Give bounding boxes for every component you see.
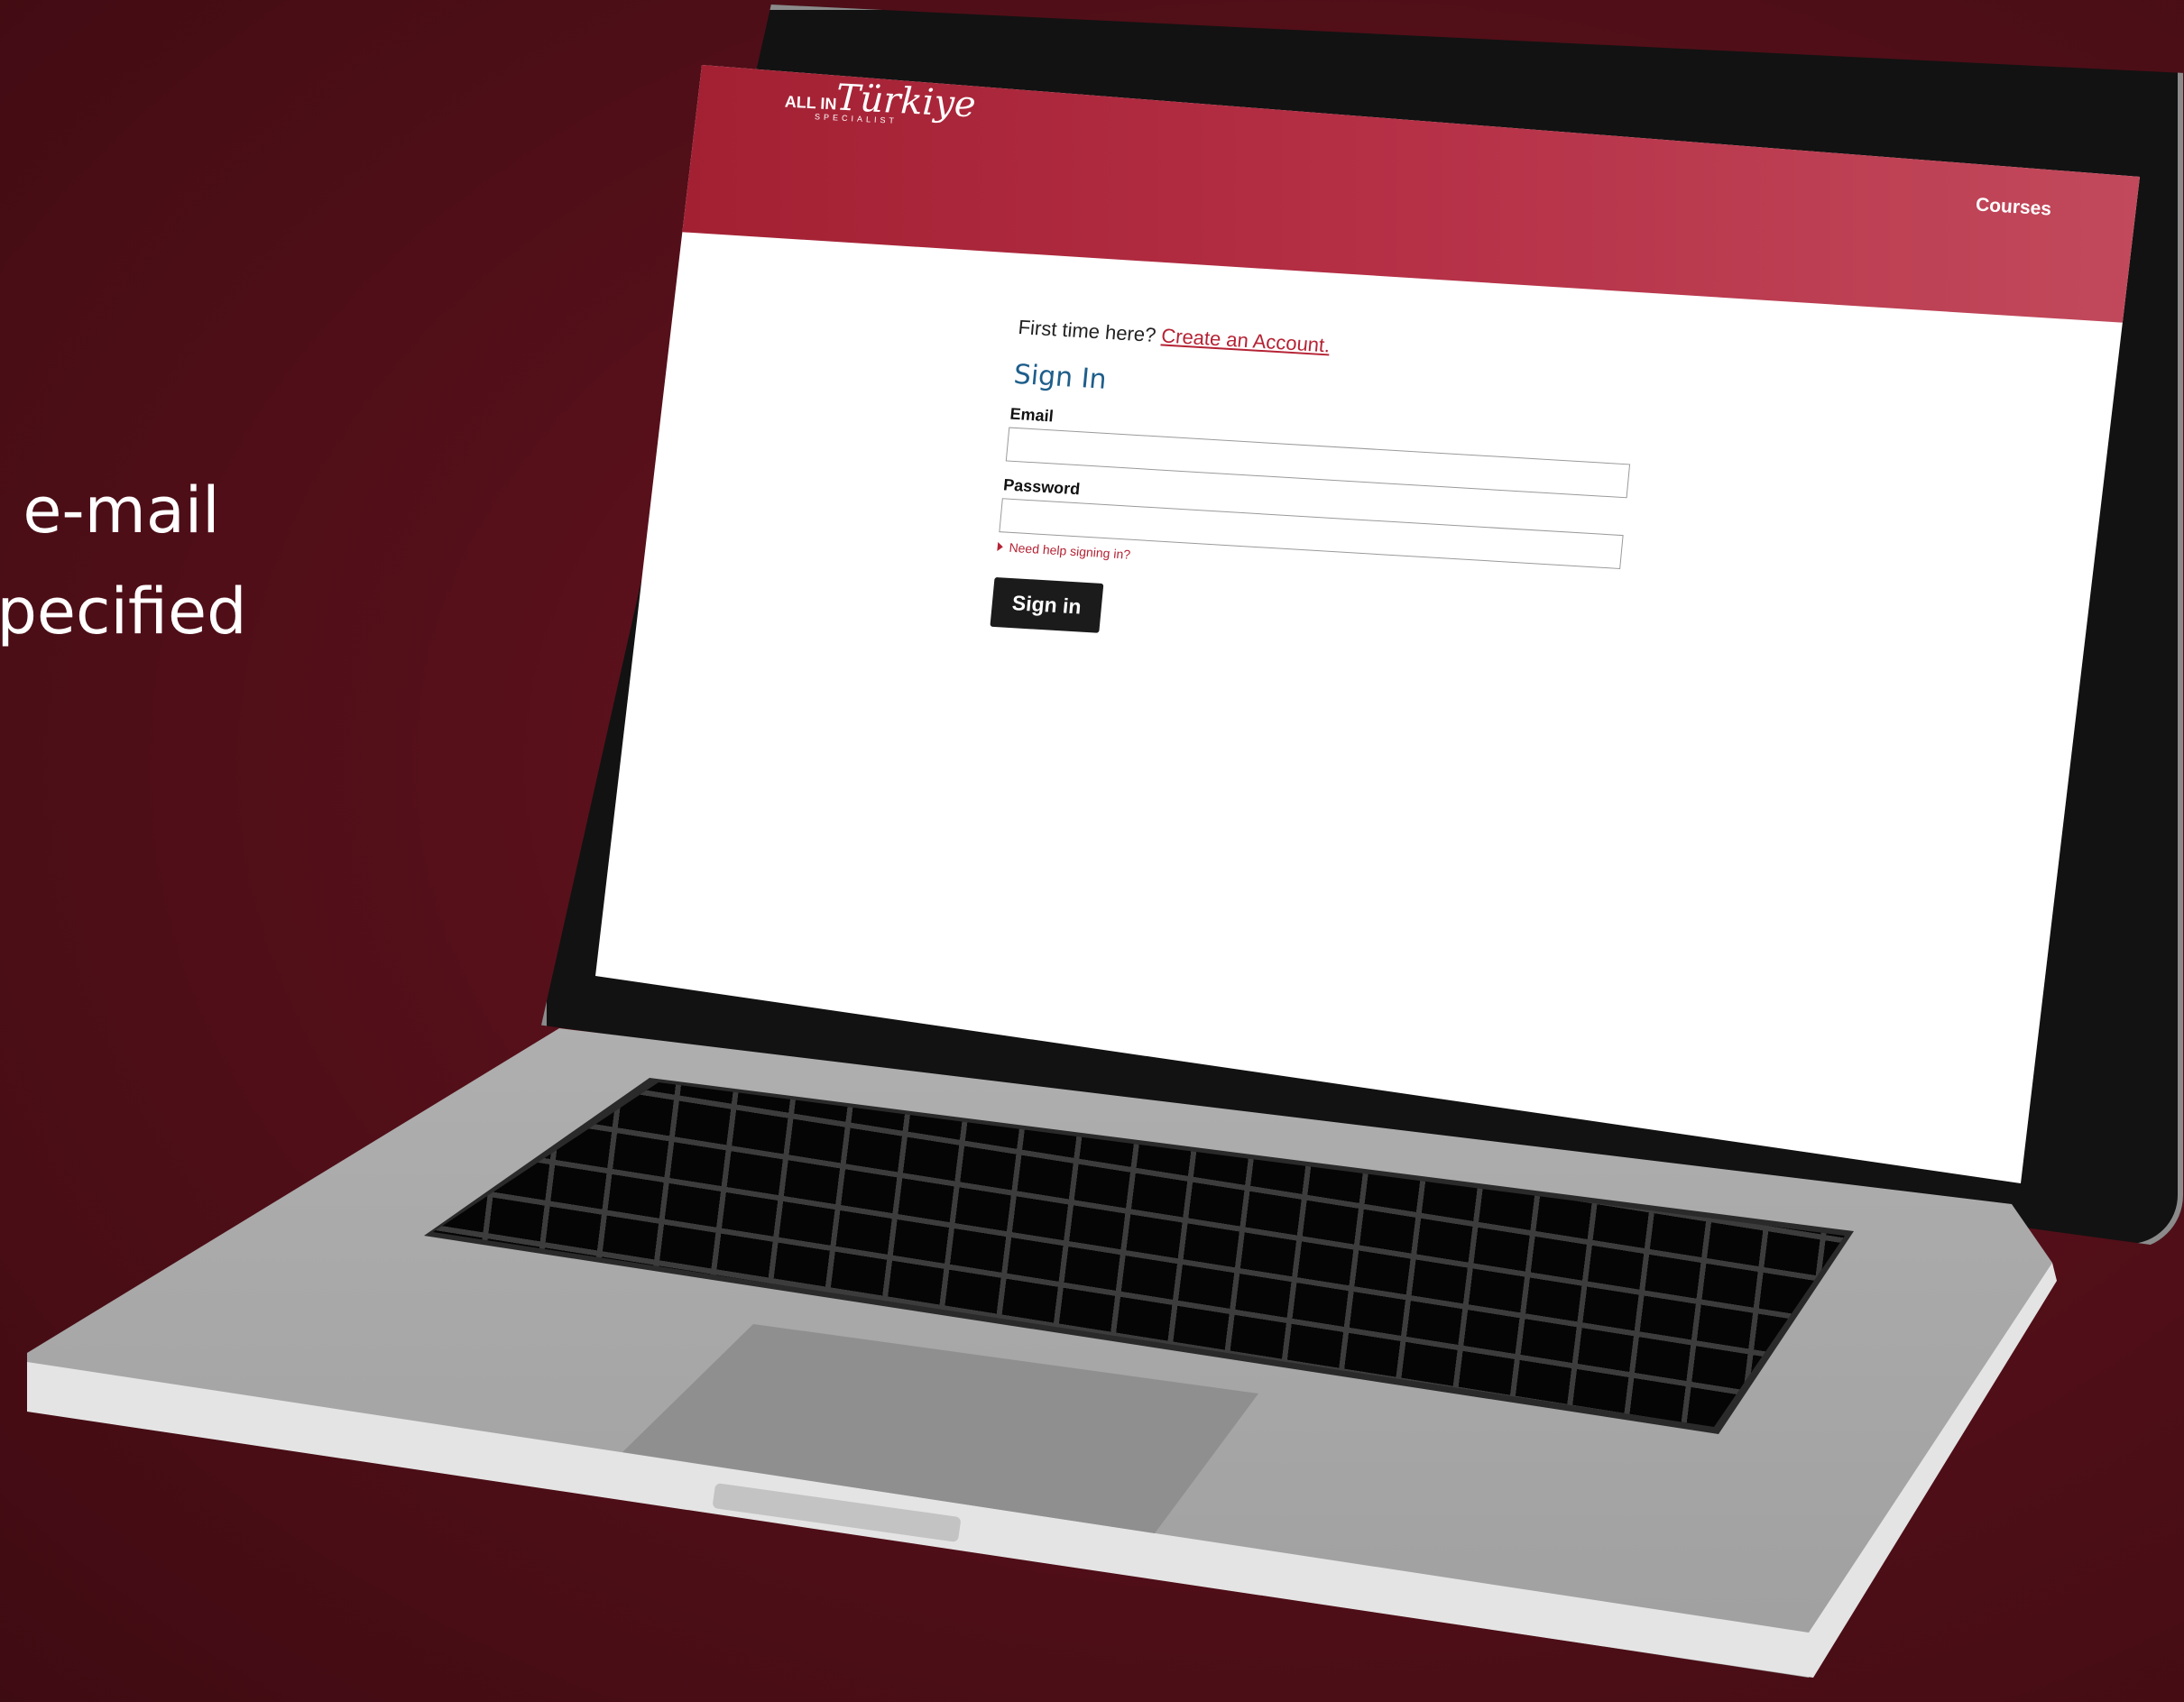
logo-all-in: ALL IN	[784, 92, 837, 114]
nav-courses-link[interactable]: Courses	[1975, 194, 2051, 220]
slide-caption-line-1: e e-mail	[0, 474, 220, 547]
triangle-right-icon	[997, 542, 1004, 552]
slide-caption-line-2: specified	[0, 575, 247, 649]
help-signin-link[interactable]: Need help signing in?	[1009, 540, 1131, 562]
login-panel: First time here? Create an Account. Sign…	[990, 316, 1667, 665]
first-time-text: First time here?	[1017, 316, 1157, 346]
create-account-link[interactable]: Create an Account.	[1160, 324, 1331, 356]
signin-button[interactable]: Sign in	[990, 576, 1104, 633]
slide-caption: e e-mail specified	[0, 460, 247, 662]
